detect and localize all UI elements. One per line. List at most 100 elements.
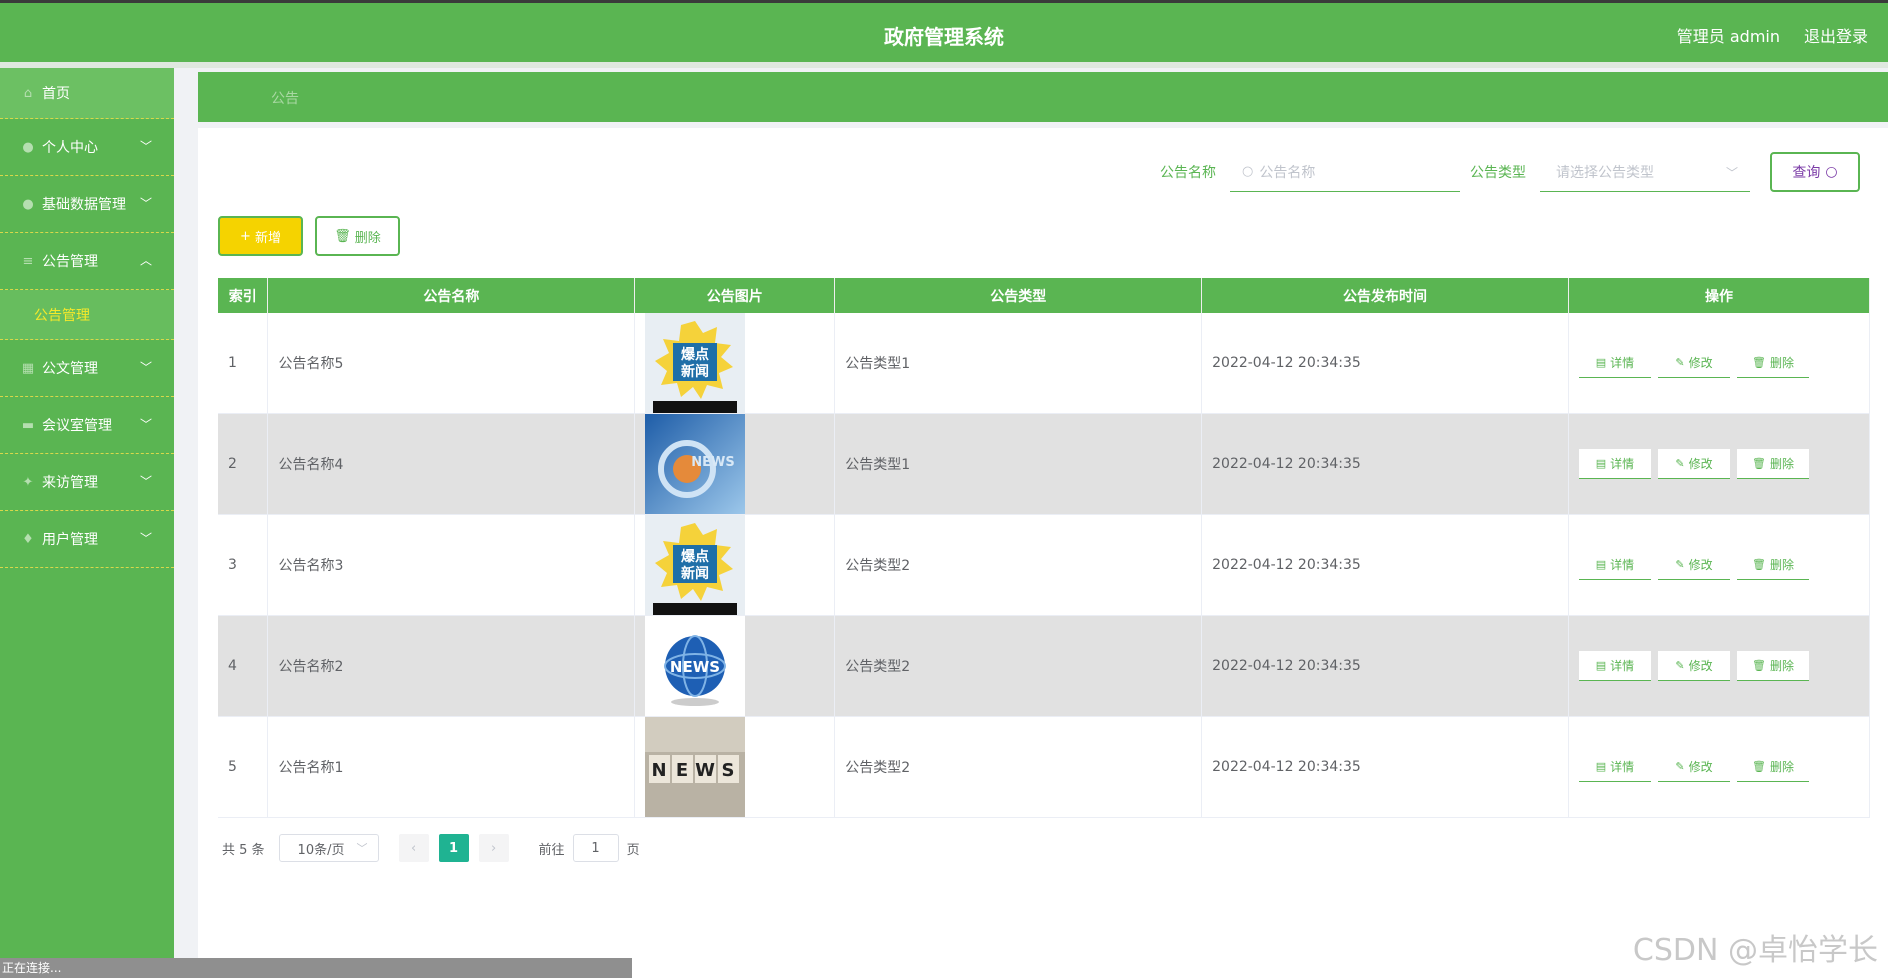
table-row: 4 公告名称2 NEWS 公告类型2 2022-04-12 20:34:35 ▤… — [218, 615, 1871, 717]
document-icon: ▤ — [1595, 457, 1607, 470]
detail-label: 详情 — [1610, 356, 1635, 370]
notice-image[interactable]: 爆点 新闻 — [645, 313, 746, 413]
trash-icon: 🗑 — [1751, 356, 1766, 369]
pagination: 共 5 条 10条/页 ﹀ ‹ 1 › 前往 1 页 — [222, 834, 640, 862]
sidebar-subitem-notice-manage[interactable]: 公告管理 — [0, 290, 174, 340]
prev-page-button[interactable]: ‹ — [398, 834, 429, 862]
search-icon: ○ — [1242, 164, 1254, 179]
edit-button[interactable]: ✎ 修改 — [1657, 550, 1730, 580]
svg-text:S: S — [722, 760, 735, 781]
cell-name: 公告名称4 — [267, 413, 636, 515]
detail-button[interactable]: ▤ 详情 — [1578, 752, 1651, 782]
notice-type-select[interactable]: 请选择公告类型 ﹀ — [1540, 152, 1750, 192]
total-count: 共 5 条 — [222, 842, 265, 858]
document-icon: ▤ — [1595, 558, 1607, 571]
delete-button[interactable]: 🗑 删除 — [1736, 752, 1809, 782]
query-button[interactable]: 查询 ○ — [1770, 152, 1860, 192]
pencil-icon: ✎ — [1675, 558, 1685, 571]
batch-delete-button[interactable]: 🗑 删除 — [315, 216, 400, 256]
notice-image[interactable]: NEWS — [645, 717, 746, 817]
cell-actions: ▤ 详情 ✎ 修改 🗑 删除 — [1568, 615, 1871, 717]
sidebar-item-home[interactable]: ⌂ 首页 — [0, 68, 174, 119]
user-icon: ● — [22, 139, 34, 155]
edit-label: 修改 — [1688, 659, 1713, 673]
cell-actions: ▤ 详情 ✎ 修改 🗑 删除 — [1568, 313, 1871, 414]
chevron-down-icon: ﹀ — [139, 196, 152, 211]
sidebar-item-document[interactable]: ▦ 公文管理 ﹀ — [0, 340, 174, 397]
home-icon: ⌂ — [23, 85, 33, 101]
pencil-icon: ✎ — [1675, 356, 1685, 369]
add-button-label: 新增 — [254, 230, 281, 246]
delete-button[interactable]: 🗑 删除 — [1736, 550, 1809, 580]
sidebar-item-label: 会议室管理 — [42, 418, 112, 434]
delete-button[interactable]: 🗑 删除 — [1736, 651, 1809, 681]
table-header-row: 索引 公告名称 公告图片 公告类型 公告发布时间 操作 — [218, 278, 1871, 313]
chevron-down-icon: ﹀ — [139, 474, 152, 489]
sidebar-item-personal[interactable]: ● 个人中心 ﹀ — [0, 119, 174, 176]
col-header-index: 索引 — [218, 278, 269, 313]
page-number-active[interactable]: 1 — [438, 834, 469, 862]
page-suffix: 页 — [626, 842, 640, 858]
sidebar-item-label: 首页 — [42, 86, 70, 102]
goto-page-input[interactable]: 1 — [572, 834, 619, 862]
cell-index: 5 — [218, 716, 269, 818]
detail-button[interactable]: ▤ 详情 — [1578, 348, 1651, 378]
sidebar-item-notice[interactable]: ≡ 公告管理 ︿ — [0, 233, 174, 290]
col-header-time: 公告发布时间 — [1201, 278, 1569, 313]
watermark: CSDN @卓怡学长 — [1632, 933, 1878, 968]
delete-label: 删除 — [1769, 760, 1794, 774]
svg-text:新闻: 新闻 — [681, 565, 709, 582]
col-header-name: 公告名称 — [267, 278, 636, 313]
col-header-image: 公告图片 — [634, 278, 836, 313]
delete-button-label: 删除 — [354, 230, 381, 246]
sidebar-item-label: 用户管理 — [42, 532, 98, 548]
location-icon: ♦ — [22, 531, 34, 547]
content-panel: 公告名称 ○ 公告名称 公告类型 请选择公告类型 ﹀ 查询 ○ + 新增 🗑 删… — [198, 128, 1888, 978]
cell-time: 2022-04-12 20:34:35 — [1201, 615, 1569, 717]
add-button[interactable]: + 新增 — [218, 216, 303, 256]
cell-type: 公告类型1 — [834, 413, 1203, 515]
sidebar-item-visit[interactable]: ✦ 来访管理 ﹀ — [0, 454, 174, 511]
next-page-button[interactable]: › — [478, 834, 509, 862]
logout-link[interactable]: 退出登录 — [1804, 23, 1868, 47]
search-icon: ○ — [1825, 164, 1838, 180]
type-label: 公告类型 — [1470, 165, 1526, 181]
edit-label: 修改 — [1688, 558, 1713, 572]
sidebar-item-basic-data[interactable]: ● 基础数据管理 ﹀ — [0, 176, 174, 233]
notice-image[interactable]: NEWS — [645, 414, 746, 514]
cell-image: 爆点 新闻 — [634, 514, 836, 616]
breadcrumb-item[interactable]: 公告 — [271, 88, 299, 108]
notice-name-input[interactable]: ○ 公告名称 — [1230, 152, 1460, 192]
detail-button[interactable]: ▤ 详情 — [1578, 651, 1651, 681]
document-icon: ▤ — [1595, 760, 1607, 773]
notice-table: 索引 公告名称 公告图片 公告类型 公告发布时间 操作 1 公告名称5 爆点 新闻 — [218, 278, 1871, 818]
delete-button[interactable]: 🗑 删除 — [1736, 449, 1809, 479]
delete-label: 删除 — [1769, 659, 1794, 673]
detail-button[interactable]: ▤ 详情 — [1578, 449, 1651, 479]
sidebar-item-label: 公告管理 — [42, 254, 98, 270]
cell-type: 公告类型2 — [834, 716, 1203, 818]
edit-button[interactable]: ✎ 修改 — [1657, 752, 1730, 782]
breadcrumb: 公告 — [198, 72, 1888, 122]
cell-image: NEWS — [634, 413, 836, 515]
cell-time: 2022-04-12 20:34:35 — [1201, 313, 1569, 414]
sidebar-item-meeting-room[interactable]: ▬ 会议室管理 ﹀ — [0, 397, 174, 454]
name-label: 公告名称 — [1160, 165, 1216, 181]
cell-name: 公告名称5 — [267, 313, 636, 414]
edit-button[interactable]: ✎ 修改 — [1657, 449, 1730, 479]
sidebar-item-label: 来访管理 — [42, 475, 98, 491]
edit-button[interactable]: ✎ 修改 — [1657, 651, 1730, 681]
edit-button[interactable]: ✎ 修改 — [1657, 348, 1730, 378]
notice-image[interactable]: 爆点 新闻 — [645, 515, 746, 615]
notice-image[interactable]: NEWS — [645, 616, 746, 716]
table-row: 5 公告名称1 NEWS 公告类型2 2022-04-12 20:34:35 ▤… — [218, 716, 1871, 818]
detail-button[interactable]: ▤ 详情 — [1578, 550, 1651, 580]
delete-button[interactable]: 🗑 删除 — [1736, 348, 1809, 378]
sidebar-item-users[interactable]: ♦ 用户管理 ﹀ — [0, 511, 174, 568]
chevron-down-icon: ﹀ — [356, 842, 368, 855]
cell-index: 1 — [218, 313, 269, 414]
cell-type: 公告类型2 — [834, 514, 1203, 616]
page-size-select[interactable]: 10条/页 ﹀ — [278, 834, 379, 862]
delete-label: 删除 — [1769, 356, 1794, 370]
chevron-down-icon: ﹀ — [139, 360, 152, 375]
